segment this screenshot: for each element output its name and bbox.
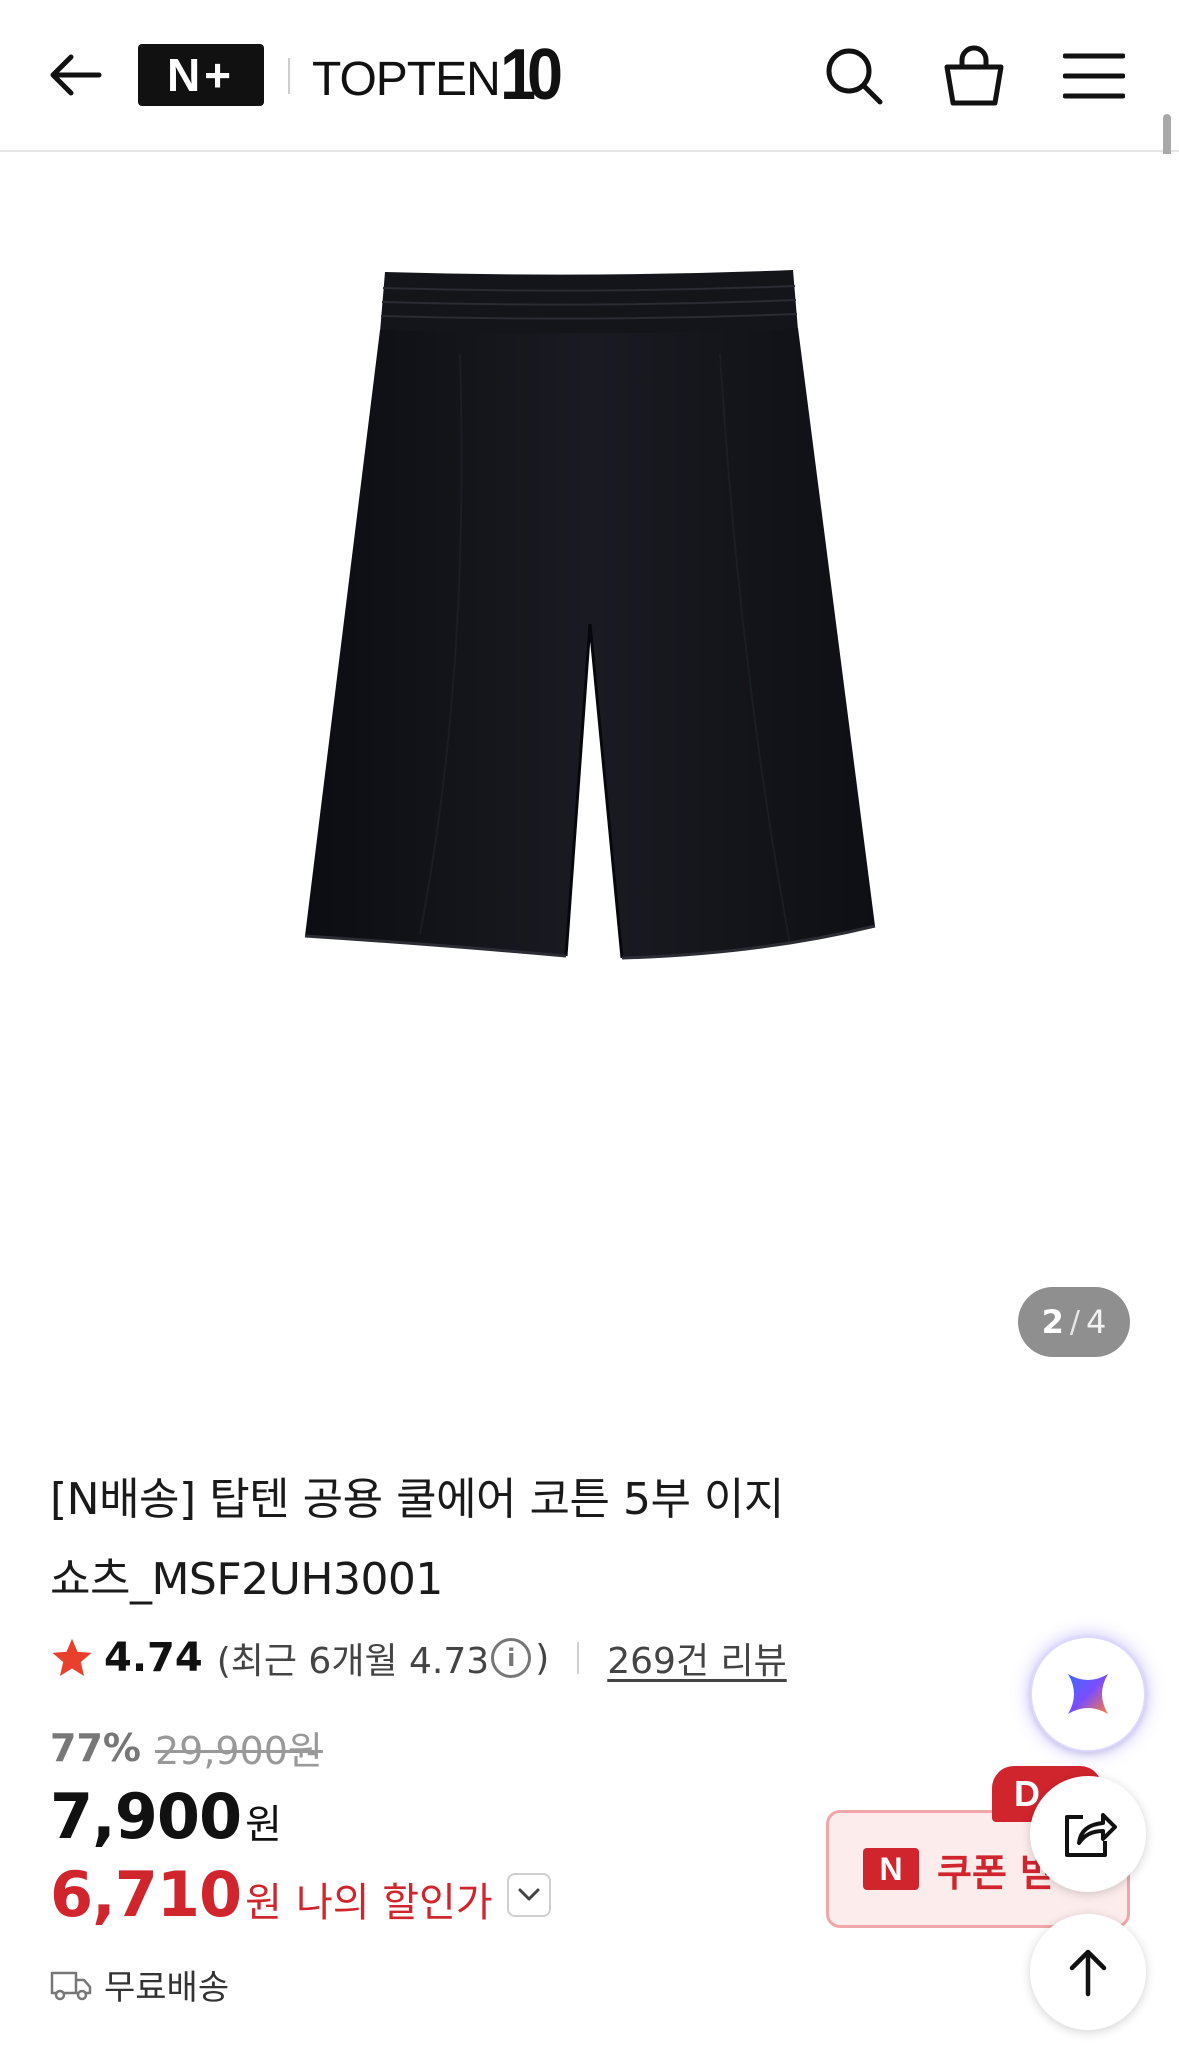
my-price-toggle[interactable] [506,1872,551,1917]
sparkle-logo-icon [1068,1674,1108,1714]
arrow-up-icon [1069,1949,1107,1997]
image-counter: 2 / 4 [1018,1287,1130,1357]
brand-logo-number: 10 [499,35,563,116]
chevron-down-icon [518,1888,540,1900]
search-button[interactable] [816,38,892,114]
star-icon [52,1638,92,1676]
image-counter-total: 4 [1086,1303,1107,1341]
search-icon [826,48,883,105]
discount-row: 77% 29,900원 [50,1720,323,1775]
my-price-label: 나의 할인가 [295,1880,493,1926]
product-title-line1: [N배송] 탑텐 공용 쿨에어 코튼 5부 이지 [50,1474,784,1525]
brand-logo-word: TOPTEN [312,53,501,106]
discount-percent: 77% [50,1725,141,1770]
share-icon [1065,1813,1117,1857]
my-price-unit: 원 [245,1880,282,1926]
my-discount-price: 6,710 원 나의 할인가 [50,1858,551,1931]
product-title-line2: 쇼츠_MSF2UH3001 [50,1554,443,1605]
image-counter-separator: / [1069,1304,1080,1340]
original-price: 29,900원 [154,1729,323,1773]
nplus-logo[interactable]: N+ [138,44,264,106]
recent-rating: (최근 6개월 4.73 i ) [217,1632,550,1684]
scroll-to-top-button[interactable] [1030,1914,1146,2030]
review-link[interactable]: 269건 리뷰 [607,1632,787,1684]
shopping-bag-icon [944,45,1004,106]
brand-logo[interactable]: TOPTEN 10 [312,35,563,116]
product-image-carousel[interactable]: 2 / 4 [0,154,1179,1384]
menu-icon [1063,53,1125,99]
recent-rating-label: (최근 6개월 4.73 [216,1641,490,1682]
sale-price-unit: 원 [245,1802,282,1848]
ai-assistant-button[interactable] [1030,1636,1146,1752]
sale-price-number: 7,900 [50,1780,242,1853]
logo-divider [288,58,290,94]
rating-score: 4.74 [104,1635,203,1681]
naver-n-icon: N [863,1848,919,1890]
product-shorts-image [304,270,876,960]
my-price-number: 6,710 [50,1858,242,1931]
back-button[interactable] [40,40,110,110]
shipping-text: 무료배송 [104,1968,230,2008]
top-header: N+ TOPTEN 10 [0,0,1179,152]
info-icon[interactable]: i [491,1638,532,1678]
menu-button[interactable] [1056,38,1132,114]
truck-icon [50,1971,92,2000]
product-title: [N배송] 탑텐 공용 쿨에어 코튼 5부 이지 쇼츠_MSF2UH3001 [50,1460,880,1620]
rating-divider [577,1642,580,1674]
recent-rating-close: ) [535,1637,550,1679]
image-counter-current: 2 [1041,1303,1064,1341]
sale-price: 7,900 원 [50,1780,282,1853]
rating-row: 4.74 (최근 6개월 4.73 i ) 269건 리뷰 [50,1630,787,1686]
cart-button[interactable] [936,38,1012,114]
shipping-info: 무료배송 [50,1960,229,2009]
arrow-left-icon [50,54,102,96]
share-button[interactable] [1030,1776,1146,1892]
